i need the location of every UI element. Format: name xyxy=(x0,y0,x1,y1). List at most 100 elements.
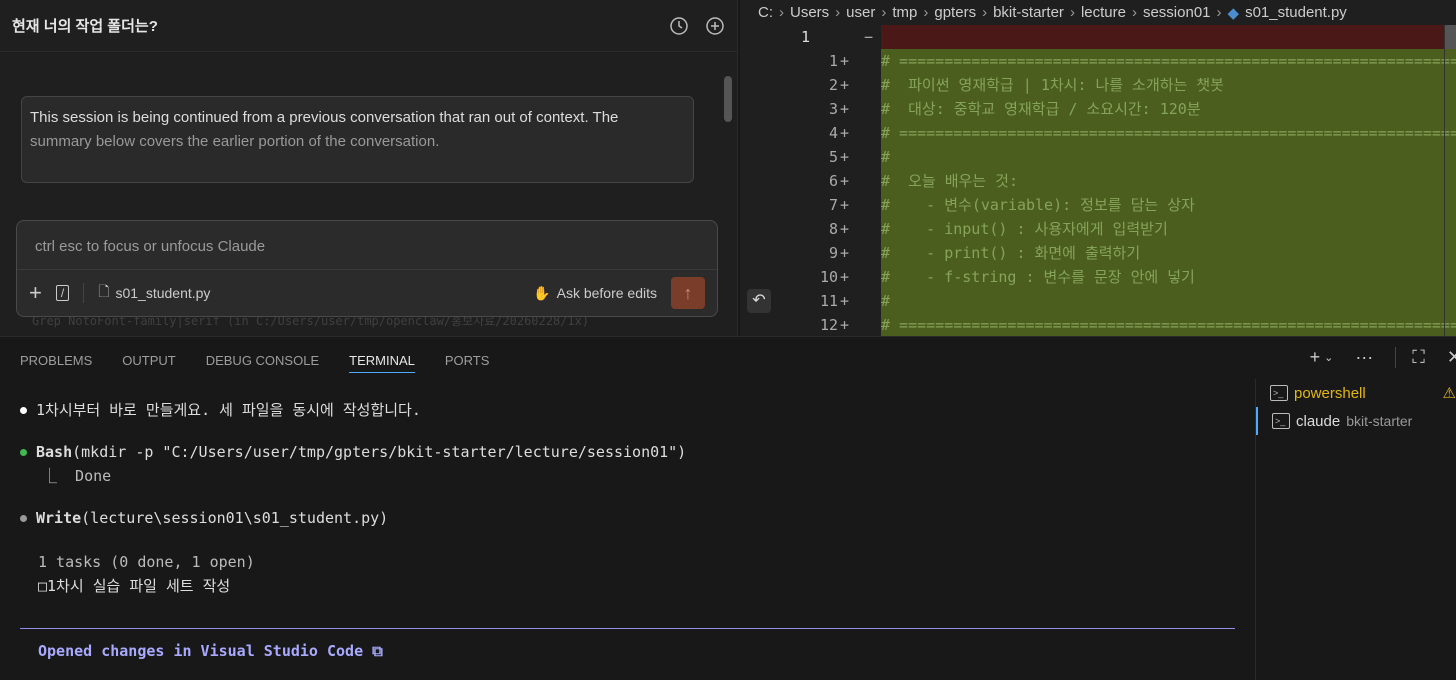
diff-marker: + xyxy=(840,148,850,166)
diff-marker: + xyxy=(840,292,850,310)
breadcrumb-item[interactable]: session01 xyxy=(1143,4,1211,21)
tab-ports[interactable]: PORTS xyxy=(445,353,490,368)
terminal-list: >_ powershell ⚠ >_ claude bkit-starter xyxy=(1255,379,1456,680)
close-icon[interactable]: ✕ xyxy=(1447,347,1456,368)
code-text: # 파이썬 영재학급 | 1차시: 나를 소개하는 챗봇 xyxy=(881,73,1456,97)
tab-debug-console[interactable]: DEBUG CONSOLE xyxy=(206,353,319,368)
breadcrumb-item[interactable]: gpters xyxy=(934,4,976,21)
breadcrumb-item[interactable]: bkit-starter xyxy=(993,4,1064,21)
diff-marker: + xyxy=(840,220,850,238)
tasks-summary: 1 tasks (0 done, 1 open) xyxy=(38,553,255,571)
breadcrumb-item[interactable]: C: xyxy=(758,4,773,21)
line-number: 4 xyxy=(828,124,838,142)
code-text: # - print() : 화면에 출력하기 xyxy=(881,241,1456,265)
diff-marker: + xyxy=(840,268,850,286)
more-icon[interactable]: ··· xyxy=(1355,347,1373,368)
success-dot xyxy=(20,449,27,456)
status-dot xyxy=(20,407,27,414)
diff-editor: C: › Users › user › tmp › gpters › bkit-start… xyxy=(740,0,1456,337)
code-text: # xyxy=(881,145,1456,169)
divider xyxy=(20,628,1235,629)
maximize-icon[interactable]: ⛶ xyxy=(1395,347,1425,368)
terminal-output[interactable]: 1차시부터 바로 만들게요. 세 파일을 동시에 작성합니다. Bash(mkd… xyxy=(20,387,1235,595)
tool-args: (mkdir -p "C:/Users/user/tmp/gpters/bkit… xyxy=(72,443,687,461)
hand-icon: ✋ xyxy=(533,284,551,301)
code-text: # xyxy=(881,289,1456,313)
new-chat-icon[interactable] xyxy=(705,16,725,36)
send-button[interactable]: ↑ xyxy=(671,277,705,309)
terminal-item-claude[interactable]: >_ claude bkit-starter xyxy=(1256,407,1456,435)
tab-output[interactable]: OUTPUT xyxy=(122,353,175,368)
tool-name: Bash xyxy=(36,443,73,461)
breadcrumb-item[interactable]: tmp xyxy=(892,4,917,21)
new-terminal-icon[interactable]: + xyxy=(1310,347,1321,368)
line-number: 2 xyxy=(828,76,838,94)
chat-input-placeholder[interactable]: ctrl esc to focus or unfocus Claude xyxy=(17,221,717,270)
diff-marker: + xyxy=(840,100,850,118)
line-number: 1 xyxy=(828,52,838,70)
added-line: 8 + # - input() : 사용자에게 입력받기 xyxy=(740,217,1456,241)
deleted-line: 1 − xyxy=(740,25,1456,49)
claude-chat-panel: 현재 너의 작업 폴더는? This session is being cont… xyxy=(0,0,738,336)
mode-selector[interactable]: Ask before edits xyxy=(557,285,657,301)
diff-marker: + xyxy=(840,172,850,190)
code-text: # 대상: 중학교 영재학급 / 소요시간: 120분 xyxy=(881,97,1456,121)
breadcrumb: C: › Users › user › tmp › gpters › bkit-start… xyxy=(758,4,1347,22)
warning-icon: ⚠ xyxy=(1442,385,1456,402)
line-number: 3 xyxy=(828,100,838,118)
terminal-icon: >_ xyxy=(1272,413,1290,429)
revert-icon[interactable]: ↶ xyxy=(747,289,771,313)
added-line: 12 + # ===================================… xyxy=(740,313,1456,337)
code-text: # - input() : 사용자에게 입력받기 xyxy=(881,217,1456,241)
diff-marker: + xyxy=(840,244,850,262)
breadcrumb-file[interactable]: s01_student.py xyxy=(1245,4,1347,21)
attached-file[interactable]: s01_student.py xyxy=(115,285,210,301)
line-number: 5 xyxy=(828,148,838,166)
code-text: # - f-string : 변수를 문장 안에 넣기 xyxy=(881,265,1456,289)
panel-tabs: PROBLEMS OUTPUT DEBUG CONSOLE TERMINAL PORTS xyxy=(0,337,1456,383)
terminal-line: 1차시부터 바로 만들게요. 세 파일을 동시에 작성합니다. xyxy=(36,401,421,419)
diff-marker: + xyxy=(840,52,850,70)
chat-header: 현재 너의 작업 폴더는? xyxy=(0,0,737,52)
line-number: 10 xyxy=(819,268,838,286)
line-number: 12 xyxy=(819,316,838,334)
message-text-faded: summary below covers the earlier portion… xyxy=(30,133,440,150)
tab-terminal[interactable]: TERMINAL xyxy=(349,353,415,373)
tool-result: ⎿ Done xyxy=(42,467,112,485)
plus-icon[interactable]: + xyxy=(29,280,42,306)
opened-changes-status: Opened changes in Visual Studio Code ⧉ xyxy=(38,642,383,660)
diff-marker: + xyxy=(840,124,850,142)
added-line: 10 + # - f-string : 변수를 문장 안에 넣기 xyxy=(740,265,1456,289)
tool-name: Write xyxy=(36,509,82,527)
task-item: □1차시 실습 파일 세트 작성 xyxy=(38,577,231,595)
diff-marker: + xyxy=(840,196,850,214)
code-text: # 오늘 배우는 것: xyxy=(881,169,1456,193)
added-line: 11 + # xyxy=(740,289,1456,313)
added-line: 1 + # ====================================… xyxy=(740,49,1456,73)
breadcrumb-item[interactable]: user xyxy=(846,4,875,21)
added-line: 7 + # - 변수(variable): 정보를 담는 상자 xyxy=(740,193,1456,217)
terminal-name: claude xyxy=(1296,412,1341,430)
line-number: 8 xyxy=(828,220,838,238)
terminal-item-powershell[interactable]: >_ powershell ⚠ xyxy=(1256,379,1456,407)
breadcrumb-item[interactable]: lecture xyxy=(1081,4,1126,21)
editor-scrollbar[interactable] xyxy=(1444,25,1456,336)
bottom-panel: PROBLEMS OUTPUT DEBUG CONSOLE TERMINAL PORTS… xyxy=(0,336,1456,680)
tab-problems[interactable]: PROBLEMS xyxy=(20,353,92,368)
summary-message: This session is being continued from a p… xyxy=(21,96,694,183)
slash-command-icon[interactable]: / xyxy=(55,285,70,301)
history-icon[interactable] xyxy=(669,16,689,36)
added-line: 5 + # xyxy=(740,145,1456,169)
python-icon: ◆ xyxy=(1227,4,1240,22)
line-number: 9 xyxy=(828,244,838,262)
chat-scrollbar[interactable] xyxy=(722,58,734,336)
code-text: # - 변수(variable): 정보를 담는 상자 xyxy=(881,193,1456,217)
chevron-down-icon[interactable]: ⌄ xyxy=(1324,351,1333,364)
added-line: 6 + # 오늘 배우는 것: xyxy=(740,169,1456,193)
diff-marker: − xyxy=(863,28,873,46)
chat-input[interactable]: ctrl esc to focus or unfocus Claude + / … xyxy=(16,220,718,317)
pending-dot xyxy=(20,515,27,522)
code-text: # ======================================… xyxy=(881,121,1456,145)
breadcrumb-item[interactable]: Users xyxy=(790,4,829,21)
code-text: # ======================================… xyxy=(881,313,1456,337)
